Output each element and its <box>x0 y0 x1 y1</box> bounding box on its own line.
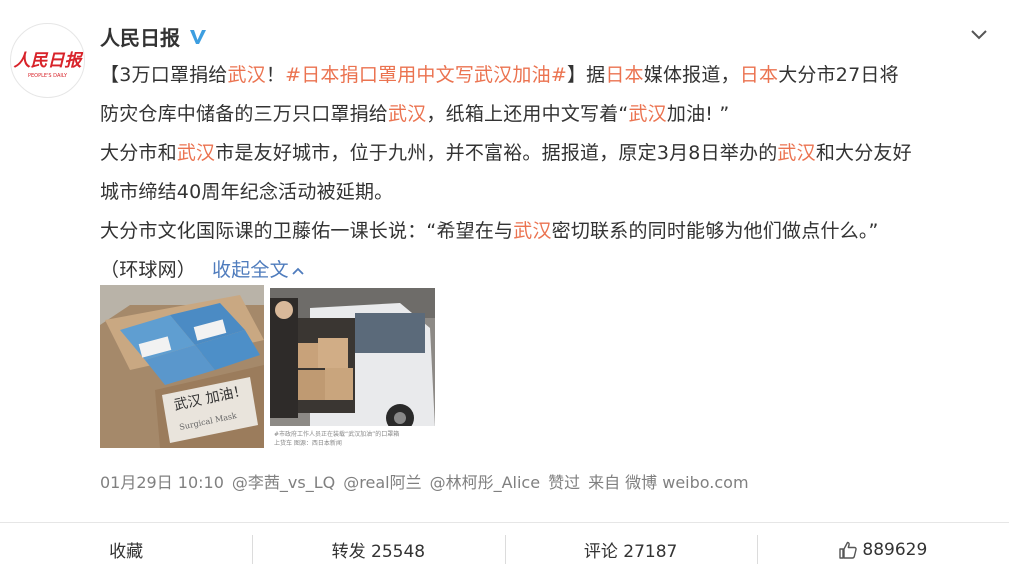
content-text: 大分市文化国际课的卫藤佑一课长说：“希望在与 <box>100 220 514 242</box>
favorite-button[interactable]: 收藏 <box>0 523 252 576</box>
content-text: 防灾仓库中储备的三万只口罩捐给 <box>100 103 389 125</box>
collapse-full-text-button[interactable]: 收起全文 <box>212 259 305 281</box>
thumbs-up-icon <box>838 540 858 560</box>
keyword-wuhan[interactable]: 武汉 <box>777 142 815 164</box>
content-text: 大分市27日将 <box>778 64 899 86</box>
content-text: ，纸箱上还用中文写着“ <box>426 103 629 125</box>
content-text: 大分市和 <box>100 142 177 164</box>
verified-v-icon <box>188 27 208 47</box>
keyword-japan[interactable]: 日本 <box>605 64 643 86</box>
favorite-label: 收藏 <box>109 542 144 562</box>
like-count: 889629 <box>862 539 928 560</box>
post-timestamp[interactable]: 01月29日 10:10 <box>100 473 224 492</box>
content-text: 媒体报道， <box>643 64 740 86</box>
content-text: 加油! ” <box>666 103 730 125</box>
repost-button[interactable]: 转发 25548 <box>252 523 504 576</box>
avatar-logo-subtext: PEOPLE'S DAILY <box>28 73 68 79</box>
content-text: 】据 <box>566 64 606 86</box>
image-caption-line1: #市政府工作人员正在装载“武汉加油”的口罩箱 <box>274 430 399 438</box>
liked-text: 赞过 <box>548 473 581 492</box>
comment-label: 评论 27187 <box>583 542 678 562</box>
keyword-wuhan[interactable]: 武汉 <box>177 142 215 164</box>
chevron-up-icon <box>292 267 304 275</box>
content-text: ！ <box>265 64 286 86</box>
liker-link[interactable]: @林柯彤_Alice <box>430 473 540 492</box>
post-meta: 01月29日 10:10 @李茜_vs_LQ @real阿兰 @林柯彤_Alice 赞过… <box>100 469 757 493</box>
content-text: （环球网） <box>100 259 197 281</box>
keyword-japan[interactable]: 日本 <box>740 64 778 86</box>
post-content: 【3万口罩捐给武汉！#日本捐口罩用中文写武汉加油#】据日本媒体报道，日本大分市2… <box>100 56 980 290</box>
post-source: 来自 微博 weibo.com <box>588 473 749 492</box>
username-link[interactable]: 人民日报 <box>100 22 180 51</box>
keyword-wuhan[interactable]: 武汉 <box>388 103 426 125</box>
content-text: 和大分友好 <box>815 142 912 164</box>
content-text: 密切联系的同时能够为他们做点什么。” <box>551 220 879 242</box>
post-author: 人民日报 <box>100 22 208 51</box>
repost-label: 转发 25548 <box>331 542 426 562</box>
content-line: 城市缔结40周年纪念活动被延期。 <box>100 181 394 203</box>
avatar-logo-text: 人民日报 <box>14 51 85 71</box>
action-bar: 收藏 转发 25548 评论 27187 889629 <box>0 523 1009 576</box>
keyword-wuhan[interactable]: 武汉 <box>228 64 266 86</box>
content-text: 市是友好城市，位于九州，并不富裕。据报道，原定3月8日举办的 <box>215 142 778 164</box>
post-image-mask-box[interactable]: 武汉 加油！ Surgical Mask <box>100 285 264 448</box>
keyword-wuhan[interactable]: 武汉 <box>513 220 551 242</box>
content-line: 大分市和武汉市是友好城市，位于九州，并不富裕。据报道，原定3月8日举办的武汉和大… <box>100 134 980 173</box>
content-line: 大分市文化国际课的卫藤佑一课长说：“希望在与武汉密切联系的同时能够为他们做点什么… <box>100 212 980 251</box>
like-button[interactable]: 889629 <box>756 523 1009 576</box>
content-line: 防灾仓库中储备的三万只口罩捐给武汉，纸箱上还用中文写着“武汉加油! ” <box>100 95 980 134</box>
collapse-label: 收起全文 <box>212 259 289 281</box>
keyword-wuhan[interactable]: 武汉 <box>628 103 666 125</box>
avatar[interactable]: 人民日报 PEOPLE'S DAILY <box>10 23 85 98</box>
content-text: 【3万口罩捐给 <box>100 64 228 86</box>
liker-link[interactable]: @李茜_vs_LQ <box>232 473 335 492</box>
liker-link[interactable]: @real阿兰 <box>343 473 421 492</box>
content-line: 【3万口罩捐给武汉！#日本捐口罩用中文写武汉加油#】据日本媒体报道，日本大分市2… <box>100 56 980 95</box>
hashtag-link[interactable]: #日本捐口罩用中文写武汉加油# <box>285 64 567 86</box>
chevron-down-icon[interactable] <box>969 26 989 42</box>
comment-button[interactable]: 评论 27187 <box>504 523 757 576</box>
image-caption-line2: 上货车 图源：西日本新闻 <box>274 439 342 447</box>
post-image-van[interactable]: #市政府工作人员正在装载“武汉加油”的口罩箱 上货车 图源：西日本新闻 <box>270 288 435 448</box>
